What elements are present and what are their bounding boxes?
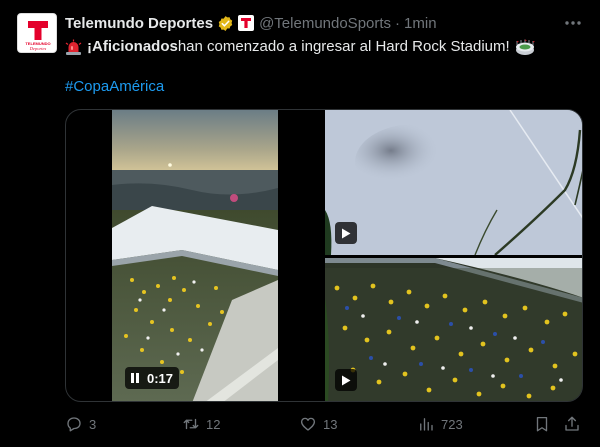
avatar[interactable]: TELEMUNDO Deportes: [17, 13, 57, 53]
tweet[interactable]: TELEMUNDO Deportes Telemundo Deportes @T…: [0, 0, 600, 447]
analytics-icon: [420, 418, 433, 431]
crowd-tent-scene-image: [325, 258, 582, 401]
view-count: 723: [441, 416, 463, 432]
media-grid[interactable]: 0:17: [65, 109, 583, 402]
crowd-aerial-scene-image: [112, 110, 278, 401]
tweet-text-body: han comenzado a ingresar al Hard Rock St…: [177, 38, 510, 55]
tweet-text-bold: ¡Aficionados: [87, 38, 178, 55]
reply-icon: [67, 417, 81, 432]
video-timer[interactable]: 0:17: [125, 367, 180, 389]
tweet-header: Telemundo Deportes @TelemundoSports · 1m…: [65, 13, 437, 33]
retweet-count: 12: [206, 416, 221, 432]
retweet-icon: [183, 418, 199, 430]
action-bar: 3 12 13 723: [65, 412, 583, 436]
like-count: 13: [323, 416, 338, 432]
video-thumbnail-sky[interactable]: [325, 110, 582, 255]
separator: ·: [395, 14, 401, 32]
sky-branches-scene-image: [325, 110, 582, 255]
video-thumbnail-crowd[interactable]: [325, 258, 582, 401]
bookmark-button[interactable]: [533, 412, 551, 436]
timestamp[interactable]: 1min: [404, 15, 437, 32]
views-button[interactable]: 723: [417, 412, 463, 436]
more-options-button[interactable]: [564, 14, 582, 32]
author-handle[interactable]: @TelemundoSports: [259, 15, 391, 32]
pause-icon[interactable]: [131, 373, 139, 383]
share-button[interactable]: [563, 412, 581, 436]
tweet-text: ¡Aficionados han comenzado a ingresar al…: [65, 37, 535, 57]
bookmark-icon: [536, 416, 548, 432]
heart-icon: [300, 417, 316, 431]
siren-emoji-icon: [65, 39, 82, 56]
play-button[interactable]: [335, 222, 357, 244]
hashtag-link[interactable]: #CopaAmérica: [65, 78, 164, 95]
telemundo-logo-icon: TELEMUNDO Deportes: [18, 14, 56, 52]
retweet-button[interactable]: 12: [182, 412, 220, 436]
affiliate-badge-icon[interactable]: [238, 15, 255, 31]
video-time: 0:17: [147, 370, 174, 386]
reply-count: 3: [89, 416, 97, 432]
stadium-emoji-icon: [515, 39, 535, 56]
video-thumbnail-main[interactable]: 0:17: [112, 110, 278, 401]
like-button[interactable]: 13: [299, 412, 337, 436]
play-button[interactable]: [335, 369, 357, 391]
reply-button[interactable]: 3: [65, 412, 96, 436]
share-icon: [565, 416, 579, 431]
verified-badge-icon[interactable]: [217, 15, 234, 32]
avatar-text-bottom: Deportes: [29, 46, 47, 51]
ellipsis-icon: [565, 21, 581, 25]
play-icon: [342, 228, 351, 238]
play-icon: [342, 375, 351, 385]
author-name[interactable]: Telemundo Deportes: [65, 15, 213, 32]
